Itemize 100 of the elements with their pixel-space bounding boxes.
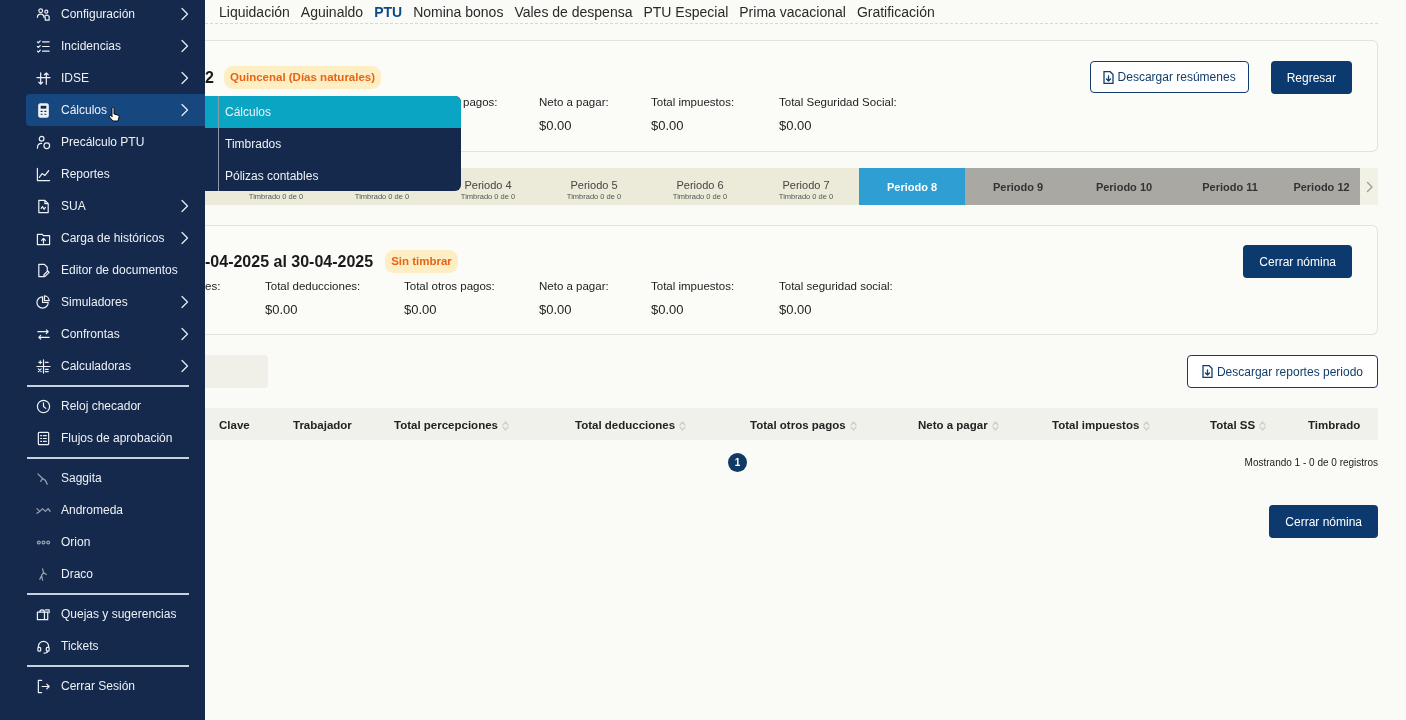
sidebar-item[interactable]: SUA: [0, 190, 205, 222]
sidebar-item[interactable]: Draco: [0, 558, 205, 590]
chevron-right-icon: [1365, 180, 1373, 193]
sidebar-item[interactable]: Reportes: [0, 158, 205, 190]
sort-icon: [679, 420, 687, 431]
clock-icon: [36, 398, 51, 414]
person-coin-icon: [36, 134, 51, 150]
submenu-item[interactable]: Timbrados: [205, 128, 461, 160]
column-header: Timbrado: [1308, 418, 1361, 433]
tab[interactable]: Aguinaldo: [300, 3, 364, 20]
download-document-icon: [1102, 70, 1114, 84]
checklist-icon: [36, 38, 51, 54]
tab[interactable]: Gratificación: [856, 3, 935, 20]
search-field[interactable]: [205, 355, 268, 388]
sidebar-item[interactable]: Cerrar Sesión: [0, 670, 205, 702]
column-header[interactable]: Total deducciones: [575, 417, 687, 435]
action-button[interactable]: Cerrar nómina: [1269, 505, 1378, 538]
page-button[interactable]: 1: [728, 452, 747, 472]
stat-label: Total impuestos:: [651, 95, 736, 110]
stat-label: Total seguridad social:: [779, 279, 894, 294]
column-header[interactable]: Neto a pagar: [918, 417, 999, 435]
sidebar-item[interactable]: Andromeda: [0, 494, 205, 526]
document-pen-icon: [36, 262, 51, 278]
tab[interactable]: Liquidación: [219, 3, 290, 20]
column-header[interactable]: Total SS: [1210, 417, 1267, 435]
stat-value: $0.00: [651, 301, 685, 320]
sort-icon: [1259, 420, 1267, 431]
chevron-right-icon: [180, 359, 189, 373]
sidebar-item[interactable]: Precálculo PTU: [0, 126, 205, 158]
column-header[interactable]: Total impuestos: [1052, 417, 1151, 435]
stat-value: $0.00: [779, 117, 813, 136]
tab[interactable]: Nomina bonos: [413, 3, 504, 20]
sidebar-item[interactable]: Flujos de aprobación: [0, 422, 205, 454]
chevron-right-icon: [180, 231, 189, 245]
stat-value: $0.00: [651, 117, 685, 136]
stat-label: Total otros pagos:: [404, 279, 496, 294]
stat-label: Total deducciones:: [265, 279, 362, 294]
download-button[interactable]: Descargar reportes periodo: [1186, 355, 1378, 388]
card-title: 2: [205, 67, 215, 88]
chevron-right-icon: [180, 71, 189, 85]
sidebar-item[interactable]: Saggita: [0, 462, 205, 494]
submenu-item[interactable]: Pólizas contables: [205, 160, 461, 192]
status-badge: Quincenal (Días naturales): [224, 65, 382, 90]
stat-value: $0.00: [539, 301, 573, 320]
sort-icon: [1143, 420, 1151, 431]
hand-cursor-icon: [108, 106, 121, 122]
stat-label: Neto a pagar:: [539, 279, 610, 294]
column-header: Clave: [219, 418, 250, 433]
chevron-right-icon: [180, 295, 189, 309]
exchange-arrows-icon: [36, 326, 51, 342]
stat-value: $0.00: [404, 301, 438, 320]
chevron-right-icon: [180, 7, 189, 21]
sidebar-item[interactable]: Configuración: [0, 0, 205, 30]
action-button[interactable]: Cerrar nómina: [1243, 245, 1352, 278]
math-symbols-icon: [36, 358, 51, 374]
action-button[interactable]: Regresar: [1270, 61, 1352, 94]
document-icon: [36, 198, 51, 214]
stat-label: pagos:: [463, 95, 499, 110]
sidebar-item[interactable]: Editor de documentos: [0, 254, 205, 286]
sidebar-item[interactable]: Tickets: [0, 630, 205, 662]
stat-label: es:: [205, 279, 222, 294]
mailbox-icon: [36, 606, 51, 622]
sidebar-item[interactable]: Reloj checador: [0, 390, 205, 422]
sidebar-item[interactable]: IDSE: [0, 62, 205, 94]
sidebar-item[interactable]: Carga de históricos: [0, 222, 205, 254]
headset-icon: [36, 638, 51, 654]
column-header[interactable]: Total otros pagos: [750, 417, 857, 435]
people-icon: [36, 6, 51, 22]
sidebar-item[interactable]: Incidencias: [0, 30, 205, 62]
tab[interactable]: Vales de despensa: [514, 3, 633, 20]
calculator-icon: [36, 102, 51, 118]
tab[interactable]: PTU: [374, 3, 403, 20]
scroll-right-button[interactable]: [1360, 168, 1378, 205]
tab[interactable]: Prima vacacional: [739, 3, 846, 20]
sidebar-item[interactable]: Simuladores: [0, 286, 205, 318]
constellation-icon: [36, 470, 51, 486]
list-document-icon: [36, 430, 51, 446]
stat-value: $0.00: [539, 117, 573, 136]
sidebar-item[interactable]: Orion: [0, 526, 205, 558]
sort-icon: [501, 420, 509, 431]
column-header[interactable]: Total percepciones: [394, 417, 509, 435]
sidebar-item[interactable]: Quejas y sugerencias: [0, 598, 205, 630]
records-summary: Mostrando 1 - 0 de 0 registros: [1244, 455, 1378, 470]
chevron-right-icon: [180, 199, 189, 213]
card-title: -04-2025 al 30-04-2025: [205, 251, 374, 272]
status-badge: Sin timbrar: [385, 249, 458, 274]
sidebar-item[interactable]: Calculadoras: [0, 350, 205, 382]
sidebar-item[interactable]: Confrontas: [0, 318, 205, 350]
chevron-right-icon: [180, 103, 189, 117]
stat-label: Neto a pagar:: [539, 95, 610, 110]
tab[interactable]: PTU Especial: [643, 3, 729, 20]
chevron-right-icon: [180, 327, 189, 341]
stat-value: $0.00: [779, 301, 813, 320]
sidebar-item[interactable]: Cálculos: [26, 94, 205, 126]
pie-chart-icon: [36, 294, 51, 310]
download-button[interactable]: Descargar resúmenes: [1089, 61, 1249, 93]
line-chart-icon: [36, 166, 51, 182]
logout-icon: [36, 678, 51, 694]
sort-icon: [991, 420, 999, 431]
stat-label: Total impuestos:: [651, 279, 736, 294]
